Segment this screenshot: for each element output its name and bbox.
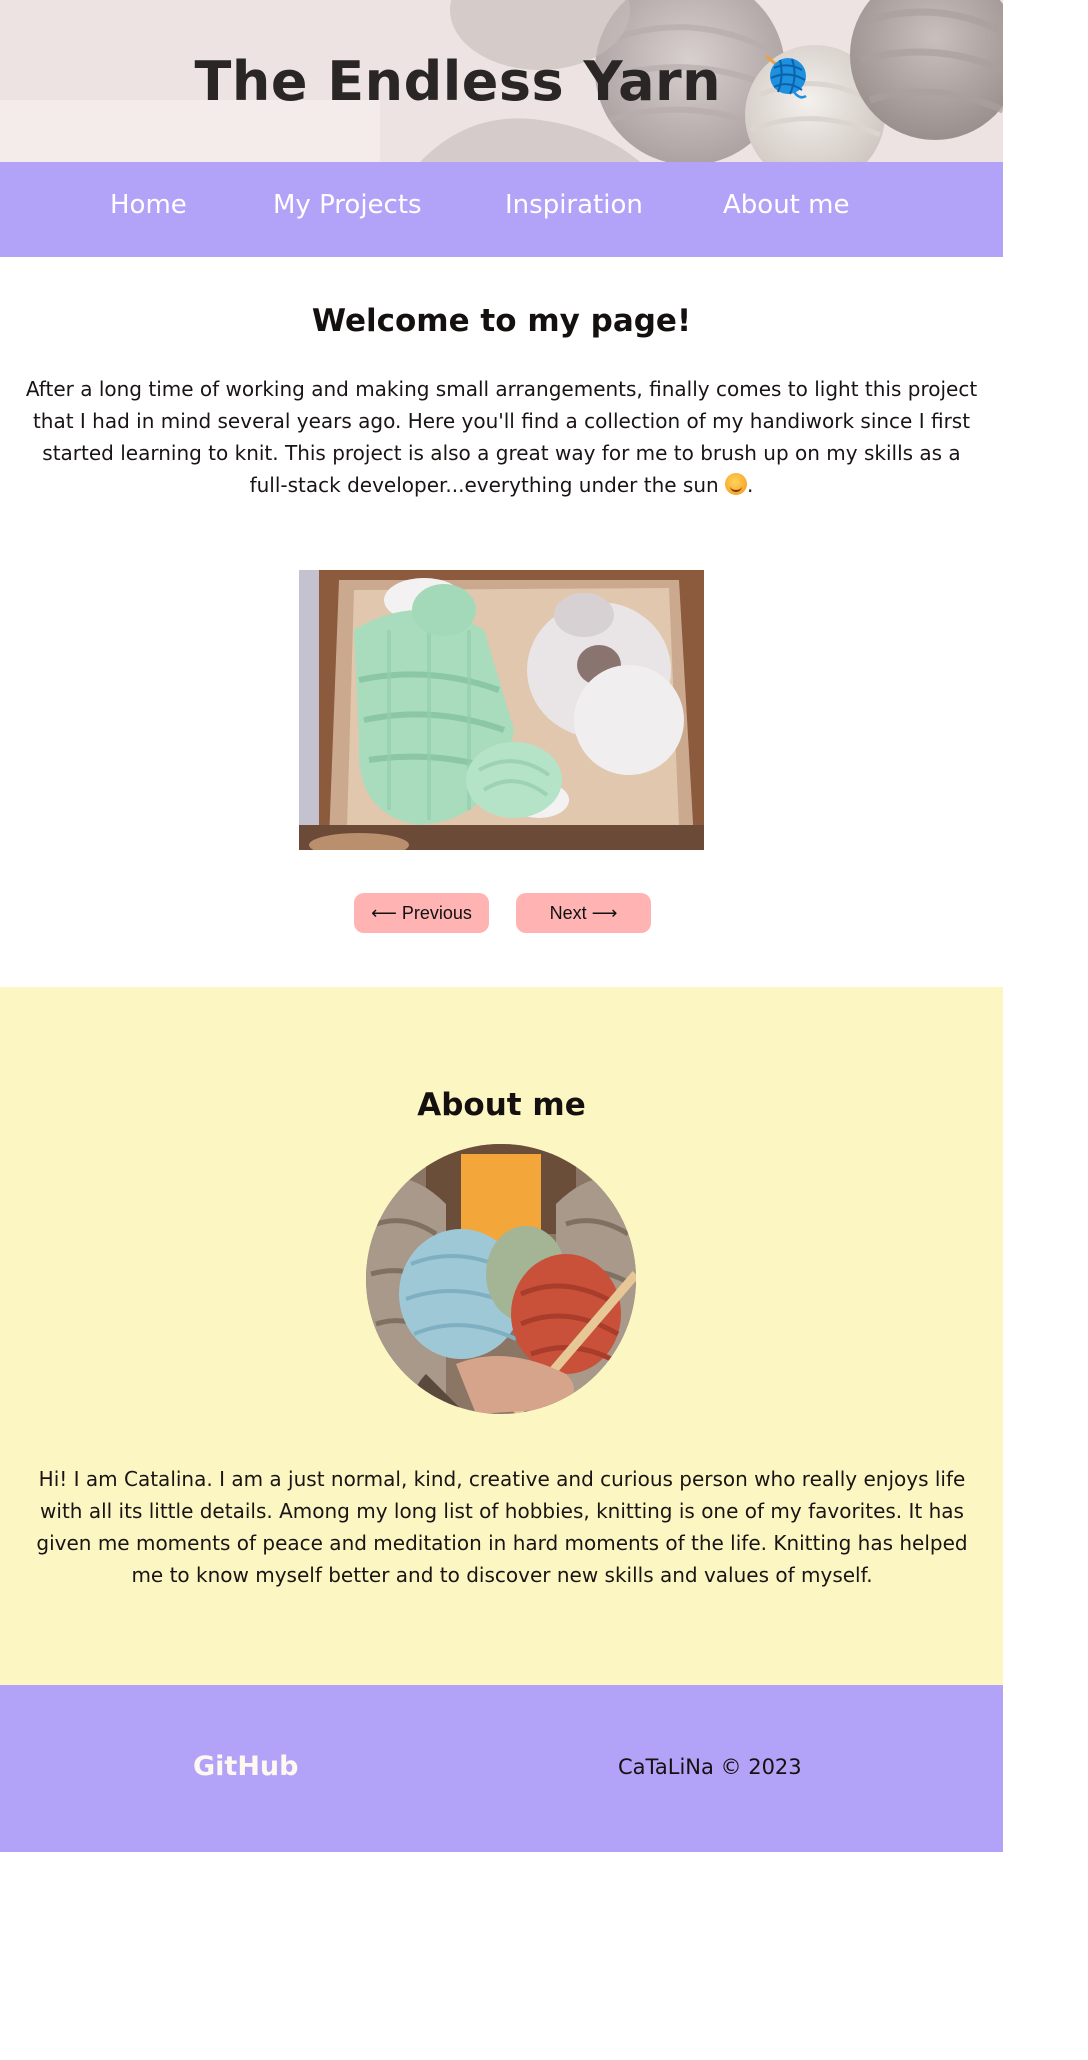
github-link[interactable]: GitHub [193,1751,298,1782]
about-section: About me Hi! I am Catalina. I am a just … [0,987,1003,1685]
previous-button[interactable]: ⟵ Previous [354,893,489,933]
welcome-heading: Welcome to my page! [311,303,692,339]
welcome-section: Welcome to my page! After a long time of… [0,303,1003,501]
yarn-ball-icon [764,50,808,113]
avatar [366,1144,636,1414]
site-header: The Endless Yarn [0,0,1003,162]
copyright-text: CaTaLiNa © 2023 [618,1755,802,1779]
about-text: Hi! I am Catalina. I am a just normal, k… [36,1467,968,1587]
smiling-face-icon [725,473,748,495]
nav-item-about-me[interactable]: About me [723,190,849,220]
nav-item-my-projects[interactable]: My Projects [273,190,422,220]
site-footer: GitHub CaTaLiNa © 2023 [0,1685,1003,1852]
nav-item-home[interactable]: Home [110,190,187,220]
welcome-text-body: After a long time of working and making … [25,377,978,497]
welcome-text: After a long time of working and making … [22,373,982,501]
site-title: The Endless Yarn [0,50,1003,117]
next-button[interactable]: Next ⟶ [516,893,651,933]
welcome-text-end: . [747,473,754,497]
page: The Endless Yarn Home My Projects Inspir… [0,0,1003,1852]
nav-item-inspiration[interactable]: Inspiration [505,190,643,220]
about-heading: About me [417,1087,586,1123]
site-title-text: The Endless Yarn [194,50,722,113]
main-nav: Home My Projects Inspiration About me [0,162,1003,257]
project-photo [299,570,704,857]
